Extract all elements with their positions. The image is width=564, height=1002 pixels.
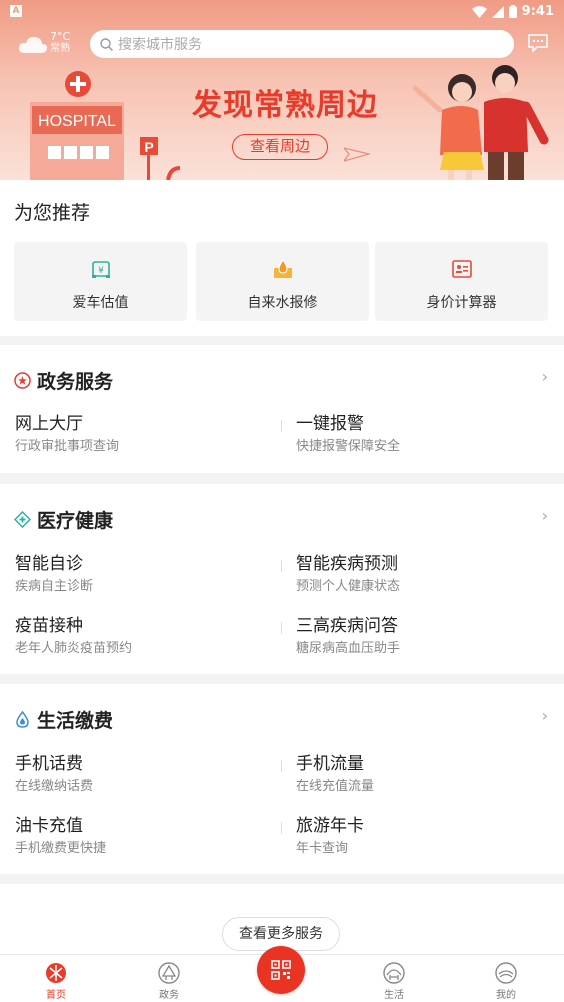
recommend-item-net-worth-calculator[interactable]: 身价计算器 [375, 242, 548, 321]
tab-label: 政务 [159, 990, 179, 1001]
government-icon [14, 372, 31, 389]
tab-profile[interactable]: 我的 [466, 955, 546, 1002]
service-three-highs-qa[interactable]: 三高疾病问答 糖尿病高血压助手 [296, 615, 556, 658]
status-bar: A 9:41 [0, 0, 564, 24]
clock: 9:41 [521, 4, 554, 19]
recommend-item-water-repair[interactable]: 自来水报修 [196, 242, 369, 321]
hospital-sign: HOSPITAL [38, 113, 116, 130]
top-bar: 7°C 常熟 搜索城市服务 [0, 28, 564, 60]
service-fuel-card[interactable]: 油卡充值 手机缴费更快捷 [15, 815, 275, 858]
battery-icon [508, 5, 517, 18]
service-subtitle: 手机缴费更快捷 [15, 841, 107, 856]
chevron-right-icon[interactable]: › [542, 706, 548, 725]
svg-text:¥: ¥ [98, 266, 104, 276]
profile-tab-icon [495, 962, 517, 984]
divider [281, 420, 282, 432]
recommend-item-label: 自来水报修 [247, 295, 318, 311]
chevron-right-icon[interactable]: › [542, 506, 548, 525]
service-travel-annual-card[interactable]: 旅游年卡 年卡查询 [296, 815, 556, 858]
service-one-click-alarm[interactable]: 一键报警 快捷报警保障安全 [296, 413, 556, 456]
water-repair-icon [273, 259, 292, 278]
signal-icon [491, 5, 504, 18]
service-title: 一键报警 [296, 414, 364, 434]
service-vaccination[interactable]: 疫苗接种 老年人肺炎疫苗预约 [15, 615, 275, 658]
service-subtitle: 在线缴纳话费 [15, 779, 94, 794]
search-input[interactable]: 搜索城市服务 [90, 30, 514, 58]
paper-plane-icon [344, 147, 370, 162]
medical-section: 医疗健康 › 智能自诊 疾病自主诊断 智能疾病预测 预测个人健康状态 疫苗接种 … [0, 484, 564, 674]
service-title: 手机话费 [15, 754, 83, 774]
medical-icon [14, 511, 31, 528]
home-icon [46, 963, 66, 983]
service-title: 三高疾病问答 [296, 616, 398, 636]
tab-label: 我的 [496, 990, 516, 1001]
divider [281, 760, 282, 772]
service-title: 油卡充值 [15, 816, 83, 836]
section-title: 政务服务 [37, 371, 114, 393]
search-icon [100, 37, 113, 51]
divider [281, 560, 282, 572]
service-title: 手机流量 [296, 754, 364, 774]
service-title: 智能疾病预测 [296, 554, 398, 574]
sim-indicator: A [10, 5, 22, 17]
search-placeholder: 搜索城市服务 [118, 37, 202, 53]
hero-banner[interactable]: A 9:41 7°C 常熟 搜索城市服务 HOSPITAL P 发现常熟周边 查… [0, 0, 564, 180]
service-subtitle: 糖尿病高血压助手 [296, 641, 401, 656]
banner-title: 发现常熟周边 [192, 88, 378, 123]
qr-code-icon [271, 960, 291, 980]
divider [281, 622, 282, 634]
service-phone-bill[interactable]: 手机话费 在线缴纳话费 [15, 753, 275, 796]
service-mobile-data[interactable]: 手机流量 在线充值流量 [296, 753, 556, 796]
id-card-icon [451, 260, 472, 278]
service-title: 网上大厅 [15, 414, 83, 434]
life-tab-icon [383, 962, 405, 984]
parking-sign: P [144, 139, 153, 155]
wifi-icon [471, 5, 487, 18]
cloud-icon [18, 36, 48, 53]
recommend-item-label: 身价计算器 [426, 295, 497, 311]
temperature: 7°C [50, 30, 71, 43]
section-header[interactable]: 生活缴费 [14, 706, 113, 733]
recommend-title: 为您推荐 [14, 202, 91, 224]
weather-widget[interactable]: 7°C 常熟 [18, 28, 78, 60]
section-header[interactable]: 医疗健康 [14, 506, 113, 533]
tab-label: 生活 [384, 990, 404, 1001]
car-icon: ¥ [91, 261, 110, 278]
service-title: 疫苗接种 [15, 616, 83, 636]
divider [281, 822, 282, 834]
view-nearby-button[interactable]: 查看周边 [232, 134, 328, 160]
service-subtitle: 年卡查询 [296, 841, 349, 856]
tab-label: 首页 [46, 990, 66, 1001]
section-title: 生活缴费 [37, 710, 114, 732]
service-smart-self-diagnosis[interactable]: 智能自诊 疾病自主诊断 [15, 553, 275, 596]
service-subtitle: 老年人肺炎疫苗预约 [15, 641, 133, 656]
chevron-right-icon[interactable]: › [542, 367, 548, 386]
hospital-illustration: HOSPITAL P [30, 71, 180, 180]
government-tab-icon [158, 962, 180, 984]
section-header[interactable]: 政务服务 [14, 367, 113, 394]
service-subtitle: 预测个人健康状态 [296, 579, 401, 594]
tab-life[interactable]: 生活 [354, 955, 434, 1002]
recommend-item-car-valuation[interactable]: ¥ 爱车估值 [14, 242, 187, 321]
service-online-hall[interactable]: 网上大厅 行政审批事项查询 [15, 413, 275, 456]
service-title: 旅游年卡 [296, 816, 364, 836]
water-drop-icon [16, 711, 29, 728]
couple-illustration [412, 65, 549, 180]
service-title: 智能自诊 [15, 554, 83, 574]
recommend-item-label: 爱车估值 [72, 295, 129, 311]
service-disease-prediction[interactable]: 智能疾病预测 预测个人健康状态 [296, 553, 556, 596]
section-title: 医疗健康 [37, 510, 114, 532]
city-name: 常熟 [50, 43, 70, 54]
scan-qr-button[interactable] [257, 946, 305, 994]
tab-government[interactable]: 政务 [129, 955, 209, 1002]
message-icon[interactable] [528, 34, 548, 52]
service-subtitle: 行政审批事项查询 [15, 439, 120, 454]
tab-home[interactable]: 首页 [16, 955, 96, 1002]
government-section: 政务服务 › 网上大厅 行政审批事项查询 一键报警 快捷报警保障安全 [0, 345, 564, 473]
service-subtitle: 疾病自主诊断 [15, 579, 94, 594]
life-payments-section: 生活缴费 › 手机话费 在线缴纳话费 手机流量 在线充值流量 油卡充值 手机缴费… [0, 684, 564, 874]
service-subtitle: 快捷报警保障安全 [296, 439, 401, 454]
service-subtitle: 在线充值流量 [296, 779, 375, 794]
